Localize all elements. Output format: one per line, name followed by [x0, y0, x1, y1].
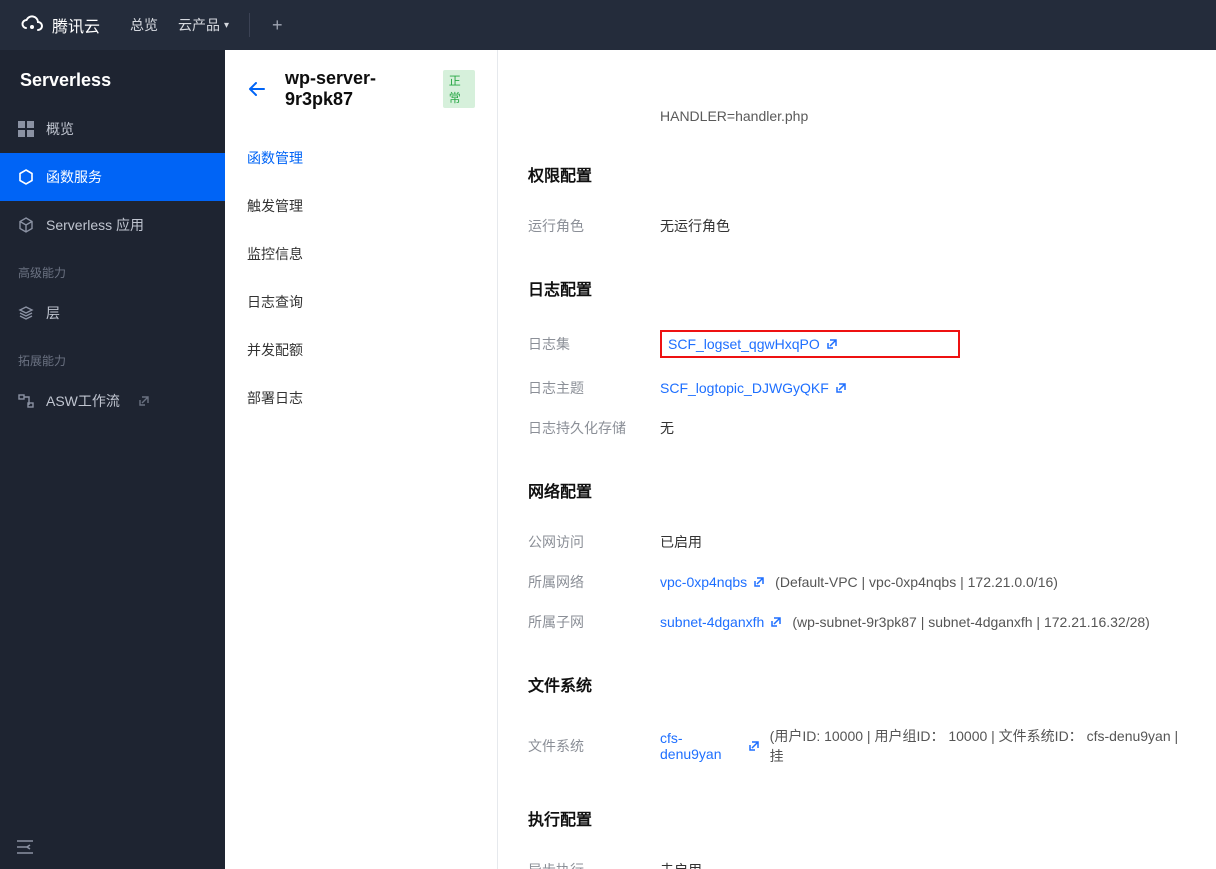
submenu-item-trigger[interactable]: 触发管理	[225, 182, 497, 230]
layers-icon	[18, 305, 34, 321]
sidebar-item-label: ASW工作流	[46, 391, 120, 411]
top-nav: 总览 云产品 ▾	[130, 15, 229, 35]
cfs-note: (用户ID: 10000 | 用户组ID： 10000 | 文件系统ID： cf…	[770, 726, 1186, 766]
highlight-annotation: SCF_logset_qgwHxqPO	[660, 330, 960, 358]
handler-value: HANDLER=handler.php	[528, 108, 1186, 132]
label-async-exec: 异步执行	[528, 860, 660, 869]
label-filesystem: 文件系统	[528, 736, 660, 756]
divider	[249, 13, 250, 37]
sidebar-item-label: 层	[46, 303, 60, 323]
link-logset[interactable]: SCF_logset_qgwHxqPO	[668, 336, 838, 352]
section-title-network: 网络配置	[528, 478, 1186, 502]
nav-cloud-products[interactable]: 云产品 ▾	[178, 15, 229, 35]
label-vpc: 所属网络	[528, 572, 660, 592]
row-logtopic: 日志主题 SCF_logtopic_DJWGyQKF	[528, 368, 1186, 408]
sidebar-item-label: 概览	[46, 119, 74, 139]
submenu-item-concurrency[interactable]: 并发配额	[225, 326, 497, 374]
sidebar-item-functions[interactable]: 函数服务	[0, 153, 225, 201]
value-public-access: 已启用	[660, 532, 702, 552]
submenu-item-logquery[interactable]: 日志查询	[225, 278, 497, 326]
section-title-filesystem: 文件系统	[528, 672, 1186, 696]
label-logtopic: 日志主题	[528, 378, 660, 398]
submenu-item-manage[interactable]: 函数管理	[225, 134, 497, 182]
row-public-access: 公网访问 已启用	[528, 522, 1186, 562]
link-cfs[interactable]: cfs-denu9yan	[660, 730, 760, 762]
nav-overview[interactable]: 总览	[130, 15, 158, 35]
back-button[interactable]	[247, 80, 267, 98]
subnet-note: (wp-subnet-9r3pk87 | subnet-4dganxfh | 1…	[792, 614, 1150, 630]
label-logset: 日志集	[528, 334, 660, 354]
external-link-icon	[826, 338, 838, 350]
brand-text: 腾讯云	[52, 13, 100, 37]
submenu-item-monitor[interactable]: 监控信息	[225, 230, 497, 278]
dashboard-icon	[18, 121, 34, 137]
link-logtopic[interactable]: SCF_logtopic_DJWGyQKF	[660, 380, 847, 396]
collapse-sidebar-button[interactable]	[0, 825, 225, 869]
submenu-item-deploylog[interactable]: 部署日志	[225, 374, 497, 422]
section-title-exec: 执行配置	[528, 806, 1186, 830]
sidebar: Serverless 概览 函数服务 Serverless 应用 高级能力 层 …	[0, 50, 225, 869]
external-link-icon	[748, 740, 760, 752]
add-tab-button[interactable]: +	[272, 15, 283, 36]
label-subnet: 所属子网	[528, 612, 660, 632]
value-log-persist: 无	[660, 418, 674, 438]
section-label-advanced: 高级能力	[0, 249, 225, 289]
status-badge: 正常	[443, 70, 475, 108]
function-title: wp-server-9r3pk87	[285, 68, 419, 110]
row-run-role: 运行角色 无运行角色	[528, 206, 1186, 246]
label-public-access: 公网访问	[528, 532, 660, 552]
top-header: 腾讯云 总览 云产品 ▾ +	[0, 0, 1216, 50]
hexagon-icon	[18, 169, 34, 185]
row-log-persist: 日志持久化存储 无	[528, 408, 1186, 448]
workflow-icon	[18, 393, 34, 409]
row-logset: 日志集 SCF_logset_qgwHxqPO	[528, 320, 1186, 368]
label-run-role: 运行角色	[528, 216, 660, 236]
sidebar-item-label: 函数服务	[46, 167, 102, 187]
submenu-header: wp-server-9r3pk87 正常	[225, 50, 497, 128]
row-filesystem: 文件系统 cfs-denu9yan (用户ID: 10000 | 用户组ID： …	[528, 716, 1186, 776]
value-async-exec: 未启用	[660, 860, 702, 869]
value-run-role: 无运行角色	[660, 216, 730, 236]
external-link-icon	[138, 395, 150, 407]
link-vpc[interactable]: vpc-0xp4nqbs	[660, 574, 765, 590]
sidebar-item-label: Serverless 应用	[46, 215, 144, 235]
sidebar-title: Serverless	[0, 50, 225, 105]
section-title-permission: 权限配置	[528, 162, 1186, 186]
cube-icon	[18, 217, 34, 233]
section-label-extend: 拓展能力	[0, 337, 225, 377]
row-subnet: 所属子网 subnet-4dganxfh (wp-subnet-9r3pk87 …	[528, 602, 1186, 642]
submenu: wp-server-9r3pk87 正常 函数管理 触发管理 监控信息 日志查询…	[225, 50, 498, 869]
chevron-down-icon: ▾	[224, 20, 229, 31]
link-subnet[interactable]: subnet-4dganxfh	[660, 614, 782, 630]
label-log-persist: 日志持久化存储	[528, 418, 660, 438]
section-title-log: 日志配置	[528, 276, 1186, 300]
external-link-icon	[753, 576, 765, 588]
sidebar-item-overview[interactable]: 概览	[0, 105, 225, 153]
vpc-note: (Default-VPC | vpc-0xp4nqbs | 172.21.0.0…	[775, 574, 1058, 590]
external-link-icon	[770, 616, 782, 628]
row-async-exec: 异步执行 未启用	[528, 850, 1186, 869]
sidebar-item-apps[interactable]: Serverless 应用	[0, 201, 225, 249]
row-vpc: 所属网络 vpc-0xp4nqbs (Default-VPC | vpc-0xp…	[528, 562, 1186, 602]
cloud-logo-icon	[20, 13, 44, 37]
sidebar-item-layer[interactable]: 层	[0, 289, 225, 337]
main-content: HANDLER=handler.php 权限配置 运行角色 无运行角色 日志配置…	[498, 50, 1216, 869]
brand[interactable]: 腾讯云	[20, 13, 100, 37]
sidebar-item-asw[interactable]: ASW工作流	[0, 377, 225, 425]
external-link-icon	[835, 382, 847, 394]
